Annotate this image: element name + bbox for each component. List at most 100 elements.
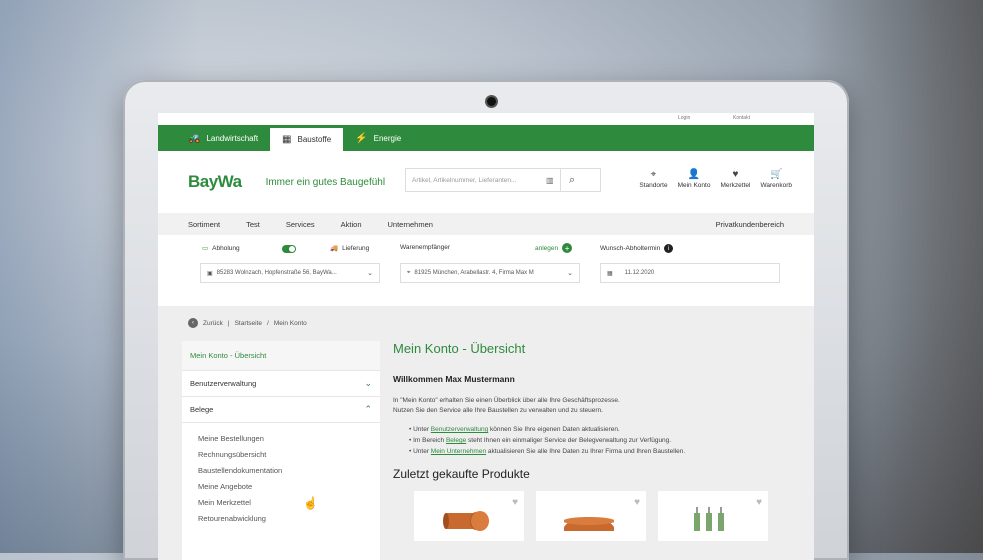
intro-line-1: In "Mein Konto" erhalten Sie einen Überb… [393,397,620,404]
list-item: • Unter Mein Unternehmen aktualisieren S… [409,448,686,455]
link-mein-unternehmen[interactable]: Mein Unternehmen [431,448,486,455]
bullet-text: aktualisieren Sie alle Ihre Daten zu Ihr… [486,448,686,455]
bullet-text: Unter [413,426,431,433]
recipient-value: 81925 München, Arabellastr. 4, Firma Max… [414,270,534,276]
pipe-image [443,511,489,531]
product-card[interactable]: ♥ [536,491,646,541]
recent-products-heading: Zuletzt gekaufte Produkte [393,467,530,481]
breadcrumb-separator: | [227,319,230,327]
topbar-link-login[interactable]: Login [678,115,690,121]
pot-image [564,517,614,531]
date-input[interactable]: ▦ 11.12.2020 [600,263,780,283]
sidebar-item-label: Benutzerverwaltung [190,379,257,388]
lieferung-option[interactable]: 🚚 Lieferung [330,244,370,253]
link-belege[interactable]: Belege [446,437,466,444]
sidebar-item-benutzerverwaltung[interactable]: Benutzerverwaltung ⌄ [182,371,380,397]
standorte-button[interactable]: ⌖ Standorte [639,169,667,189]
breadcrumb-startseite[interactable]: Startseite [235,320,262,327]
list-item: • Unter Benutzerverwaltung können Sie Ih… [409,426,620,433]
recipient-select[interactable]: ⌖ 81925 München, Arabellastr. 4, Firma M… [400,263,580,283]
heart-icon[interactable]: ♥ [512,497,518,508]
sidebar-item-label: Belege [190,405,214,414]
chevron-down-icon: ⌄ [364,378,372,388]
abholung-option[interactable]: ▭ Abholung [202,244,240,253]
account-area: ‹ Zurück | Startseite / Mein Konto Mein … [158,306,814,560]
heart-icon[interactable]: ♥ [756,497,762,508]
sidebar-subitem-baustellendoku[interactable]: Baustellendokumentation [198,463,380,479]
warenkorb-button[interactable]: 🛒 Warenkorb [760,169,792,189]
recent-products: ♥ ♥ ♥ [414,491,814,541]
list-item: • Im Bereich Belege steht Ihnen ein einm… [409,437,672,444]
site-header: BayWa Immer ein gutes Baugefühl ▥ ⌕ ⌖ St… [158,151,814,213]
tab-energie[interactable]: ⚡ Energie [343,125,413,151]
baywa-logo[interactable]: BayWa [188,172,242,192]
page-title: Mein Konto - Übersicht [393,341,526,356]
sidebar-subitem-retouren[interactable]: Retourenabwicklung [198,511,380,527]
nav-privatkundenbereich[interactable]: Privatkundenbereich [716,220,784,229]
abholung-label: Abholung [212,244,240,252]
nav-test[interactable]: Test [246,220,260,229]
nav-sortiment[interactable]: Sortiment [188,220,220,229]
header-action-label: Standorte [639,182,668,189]
sidebar-subitem-rechnungen[interactable]: Rechnungsübersicht [198,447,380,463]
back-arrow-icon[interactable]: ‹ [188,318,198,328]
tab-label: Baustoffe [297,135,332,144]
bullet-text: Unter [413,448,431,455]
recipient-add-button[interactable]: anlegen + [535,243,573,253]
sidebar-subitem-angebote[interactable]: Meine Angebote [198,479,380,495]
plus-icon: + [562,243,573,253]
mouse-pointer-icon: ☝ [303,496,318,510]
mein-konto-button[interactable]: 👤 Mein Konto [678,169,711,189]
recipient-add-label: anlegen [535,244,559,252]
branch-select[interactable]: ▣ 85283 Wolnzach, Hopfenstraße 56, BayWa… [200,263,380,283]
search-icon: ⌕ [568,173,576,186]
main-nav: Sortiment Test Services Aktion Unternehm… [158,213,814,235]
delivery-toggle[interactable] [282,245,296,253]
recipient-label: Warenempfänger [400,244,450,251]
search-button[interactable]: ⌕ [559,169,584,191]
laptop-frame: Login Kontakt 🚜 Landwirtschaft ▦ Baustof… [123,80,849,560]
breadcrumb-back[interactable]: Zurück [203,320,223,327]
barcode-scan-icon[interactable]: ▥ [546,176,554,185]
energy-icon: ⚡ [355,132,368,144]
search-box: ▥ ⌕ [405,168,601,192]
heart-icon[interactable]: ♥ [634,497,640,508]
header-action-label: Warenkorb [760,182,792,189]
intro-text: In "Mein Konto" erhalten Sie einen Überb… [393,396,814,416]
sidebar-subitem-merkzettel[interactable]: Mein Merkzettel [198,495,380,511]
link-benutzerverwaltung[interactable]: Benutzerverwaltung [431,426,488,433]
top-utility-bar: Login Kontakt [158,113,814,125]
tab-baustoffe[interactable]: ▦ Baustoffe [270,128,344,151]
store-icon: ▣ [207,270,213,277]
tab-landwirtschaft[interactable]: 🚜 Landwirtschaft [158,125,270,151]
breadcrumb-mein-konto: Mein Konto [273,319,307,327]
sidebar-item-belege[interactable]: Belege ⌃ [182,397,380,423]
header-action-label: Merkzettel [720,182,751,189]
tab-label: Landwirtschaft [206,133,259,143]
product-card[interactable]: ♥ [414,491,524,541]
bullet-text: steht Ihnen ein einmaliger Service der B… [466,437,672,444]
nav-unternehmen[interactable]: Unternehmen [388,220,433,229]
webcam [487,97,496,106]
header-actions: ⌖ Standorte 👤 Mein Konto ♥ Merkzettel 🛒 … [639,169,792,189]
sidebar-item-overview[interactable]: Mein Konto - Übersicht [182,341,380,371]
merkzettel-button[interactable]: ♥ Merkzettel [720,169,750,189]
category-nav: 🚜 Landwirtschaft ▦ Baustoffe ⚡ Energie [158,125,814,151]
welcome-heading: Willkommen Max Mustermann [393,374,515,384]
recipient-label-text: Warenempfänger [400,244,450,251]
chevron-down-icon: ⌄ [367,270,373,277]
info-icon[interactable]: i [664,244,674,253]
date-label: Wunsch-Abholtermin i [600,244,674,253]
heart-icon: ♥ [732,169,739,180]
product-card[interactable]: ♥ [658,491,768,541]
location-pin-icon: ⌖ [407,269,411,276]
sidebar-subitem-bestellungen[interactable]: Meine Bestellungen [198,431,380,447]
building-materials-icon: ▦ [282,134,292,145]
nav-services[interactable]: Services [286,220,315,229]
search-input[interactable] [406,176,546,184]
nav-aktion[interactable]: Aktion [341,220,362,229]
cartridge-image [694,507,724,531]
lieferung-label: Lieferung [342,244,370,252]
bullet-text: können Sie Ihre eigenen Daten aktualisie… [488,426,620,433]
topbar-link-kontakt[interactable]: Kontakt [733,115,750,121]
